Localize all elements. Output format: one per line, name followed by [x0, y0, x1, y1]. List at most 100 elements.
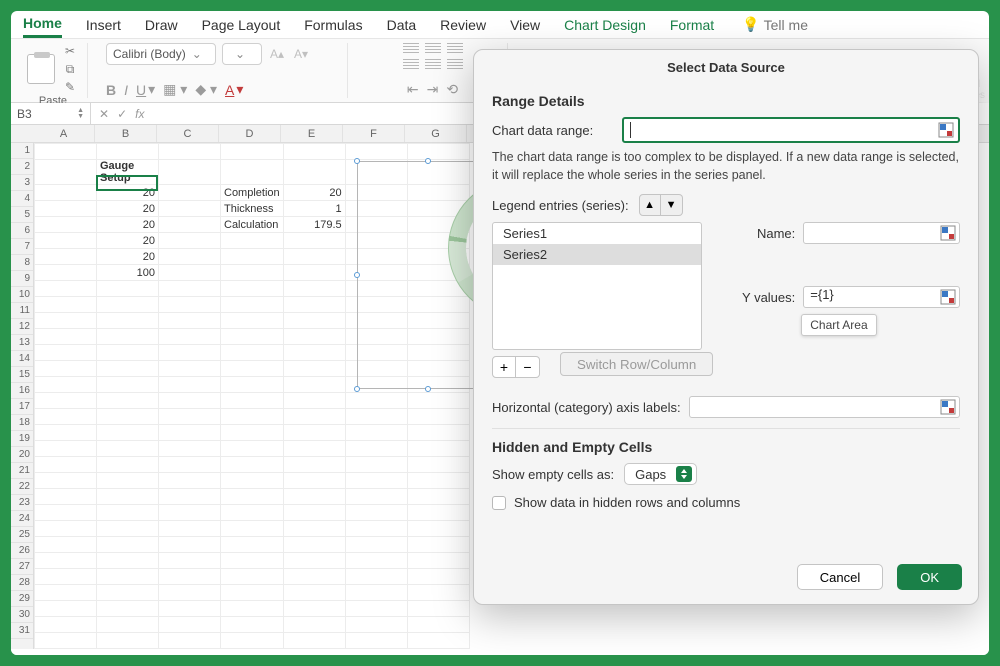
tab-formulas[interactable]: Formulas [304, 13, 362, 37]
axis-labels-input[interactable] [689, 396, 960, 418]
bold-button[interactable]: B [106, 81, 116, 98]
row-header[interactable]: 26 [11, 543, 33, 559]
row-header[interactable]: 2 [11, 159, 33, 175]
col-header[interactable]: A [33, 125, 95, 142]
series-item[interactable]: Series2 [493, 244, 701, 265]
tab-home[interactable]: Home [23, 11, 62, 38]
tab-chart-design[interactable]: Chart Design [564, 13, 646, 37]
col-header[interactable]: F [343, 125, 405, 142]
cell[interactable]: 20 [97, 185, 159, 201]
row-header[interactable]: 23 [11, 495, 33, 511]
series-item[interactable]: Series1 [493, 223, 701, 244]
empty-cells-select[interactable]: Gaps [624, 463, 697, 485]
col-header[interactable]: D [219, 125, 281, 142]
tab-page-layout[interactable]: Page Layout [202, 13, 281, 37]
fill-color-button[interactable]: ◆ ▾ [195, 81, 217, 98]
row-header[interactable]: 12 [11, 319, 33, 335]
font-size-select[interactable]: ⌄ [222, 43, 262, 65]
row-header[interactable]: 19 [11, 431, 33, 447]
row-header[interactable]: 3 [11, 175, 33, 191]
row-header[interactable]: 11 [11, 303, 33, 319]
row-header[interactable]: 31 [11, 623, 33, 639]
move-down-button[interactable]: ▼ [661, 194, 683, 216]
cell[interactable]: Calculation [221, 217, 284, 233]
row-headers[interactable]: 1234567891011121314151617181920212223242… [11, 143, 34, 649]
ok-button[interactable]: OK [897, 564, 962, 590]
italic-button[interactable]: I [124, 81, 128, 98]
tab-data[interactable]: Data [387, 13, 417, 37]
alignment-buttons[interactable] [403, 43, 463, 71]
row-header[interactable]: 7 [11, 239, 33, 255]
row-header[interactable]: 6 [11, 223, 33, 239]
row-header[interactable]: 8 [11, 255, 33, 271]
switch-row-column-button[interactable]: Switch Row/Column [560, 352, 713, 376]
tab-format[interactable]: Format [670, 13, 714, 37]
tab-view[interactable]: View [510, 13, 540, 37]
confirm-formula-icon[interactable]: ✓ [117, 107, 127, 121]
row-header[interactable]: 16 [11, 383, 33, 399]
cell[interactable]: 100 [97, 265, 159, 281]
paste-icon[interactable] [27, 54, 55, 84]
cut-icon[interactable]: ✂︎ [61, 43, 79, 59]
row-header[interactable]: 22 [11, 479, 33, 495]
col-header[interactable]: E [281, 125, 343, 142]
row-header[interactable]: 4 [11, 191, 33, 207]
tab-review[interactable]: Review [440, 13, 486, 37]
show-hidden-checkbox[interactable]: Show data in hidden rows and columns [492, 495, 960, 510]
row-header[interactable]: 29 [11, 591, 33, 607]
chart-range-input[interactable] [622, 117, 960, 143]
cell[interactable]: 20 [97, 233, 159, 249]
underline-button[interactable]: U ▾ [136, 81, 155, 98]
cell[interactable]: Completion [221, 185, 284, 201]
resize-handle[interactable] [425, 386, 431, 392]
cancel-formula-icon[interactable]: ✕ [99, 107, 109, 121]
cell[interactable]: Gauge Setup [97, 160, 159, 185]
range-selector-icon[interactable] [940, 225, 956, 241]
fx-icon[interactable]: fx [135, 107, 144, 121]
cell[interactable]: Thickness [221, 201, 284, 217]
row-header[interactable]: 27 [11, 559, 33, 575]
name-box-stepper[interactable]: ▲▼ [77, 108, 84, 120]
series-listbox[interactable]: Series1 Series2 [492, 222, 702, 350]
series-name-input[interactable] [803, 222, 960, 244]
resize-handle[interactable] [354, 158, 360, 164]
cell[interactable]: 20 [97, 201, 159, 217]
row-header[interactable]: 30 [11, 607, 33, 623]
row-header[interactable]: 24 [11, 511, 33, 527]
tell-me[interactable]: 💡 Tell me [742, 16, 808, 33]
col-header[interactable]: C [157, 125, 219, 142]
cell[interactable]: 1 [283, 201, 345, 217]
tab-insert[interactable]: Insert [86, 13, 121, 37]
font-name-select[interactable]: Calibri (Body)⌄ [106, 43, 216, 65]
row-header[interactable]: 10 [11, 287, 33, 303]
tab-draw[interactable]: Draw [145, 13, 178, 37]
row-header[interactable]: 17 [11, 399, 33, 415]
border-button[interactable]: ▦ ▾ [163, 81, 187, 98]
cell[interactable]: 20 [283, 185, 345, 201]
row-header[interactable]: 13 [11, 335, 33, 351]
decrease-font-icon[interactable]: A▾ [292, 46, 310, 62]
increase-indent-icon[interactable]: ⇥ [427, 81, 439, 98]
copy-icon[interactable]: ⧉ [61, 61, 79, 77]
font-color-button[interactable]: A ▾ [225, 81, 243, 98]
row-header[interactable]: 20 [11, 447, 33, 463]
cancel-button[interactable]: Cancel [797, 564, 883, 590]
row-header[interactable]: 9 [11, 271, 33, 287]
row-header[interactable]: 15 [11, 367, 33, 383]
decrease-indent-icon[interactable]: ⇤ [407, 81, 419, 98]
range-selector-icon[interactable] [940, 399, 956, 415]
formula-area[interactable]: ✕ ✓ fx [91, 103, 152, 124]
orientation-icon[interactable]: ⟲ [446, 81, 458, 98]
resize-handle[interactable] [425, 158, 431, 164]
cell[interactable]: 179.5 [283, 217, 345, 233]
name-box[interactable]: B3 ▲▼ [11, 103, 91, 124]
row-header[interactable]: 14 [11, 351, 33, 367]
move-up-button[interactable]: ▲ [639, 194, 661, 216]
row-header[interactable]: 28 [11, 575, 33, 591]
cell[interactable]: 20 [97, 249, 159, 265]
row-header[interactable]: 5 [11, 207, 33, 223]
range-selector-icon[interactable] [938, 122, 954, 138]
row-header[interactable]: 21 [11, 463, 33, 479]
y-values-input[interactable]: ={1} [803, 286, 960, 308]
format-painter-icon[interactable]: ✎ [61, 79, 79, 95]
